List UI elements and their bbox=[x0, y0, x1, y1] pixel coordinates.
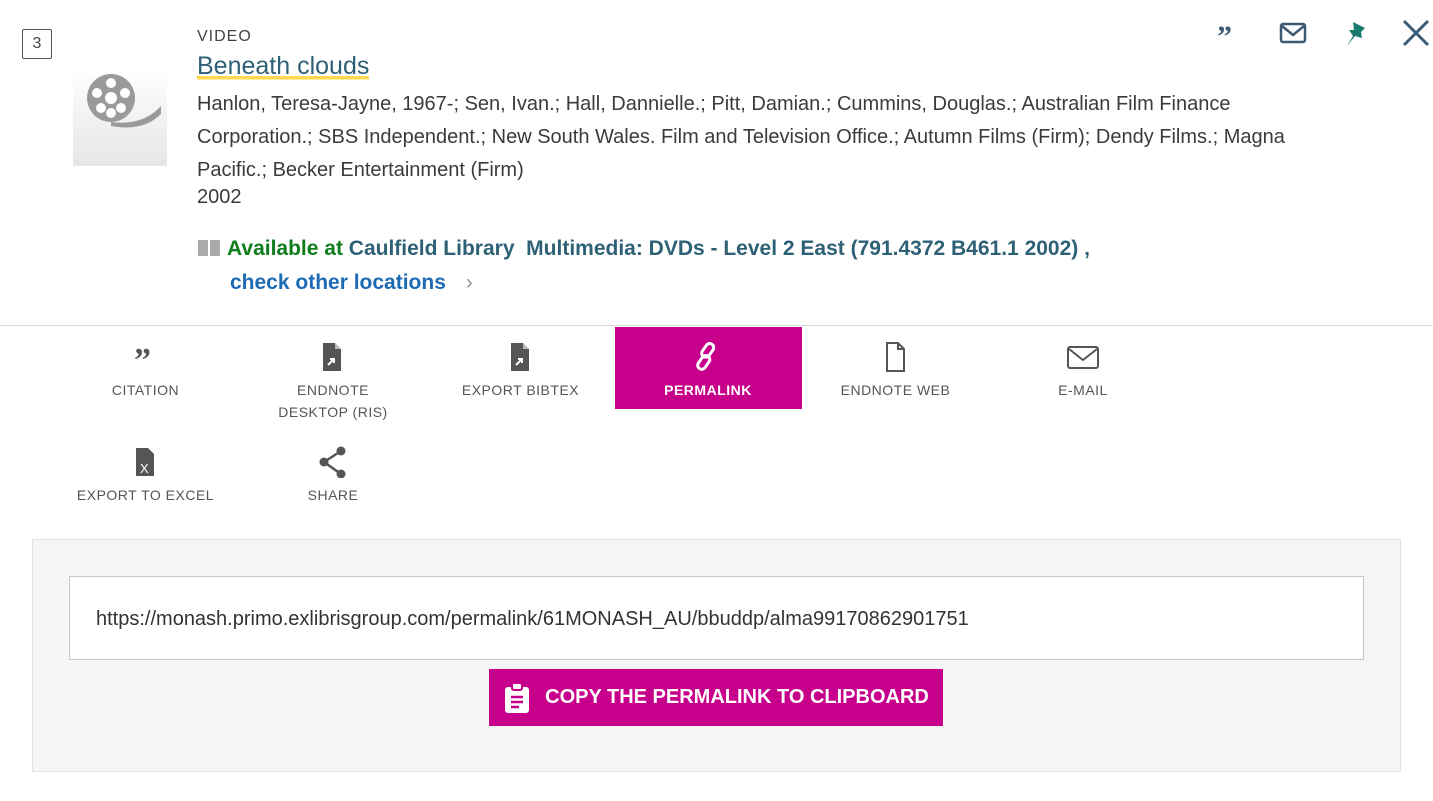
record-authors: Hanlon, Teresa-Jayne, 1967-; Sen, Ivan.;… bbox=[197, 93, 1285, 181]
action-label: CITATION bbox=[111, 382, 180, 398]
mail-icon bbox=[1067, 346, 1099, 369]
chevron-right-icon[interactable]: › bbox=[466, 271, 473, 294]
result-number: 3 bbox=[22, 29, 52, 59]
pin-icon[interactable] bbox=[1343, 20, 1369, 48]
library-name[interactable]: Caulfield Library bbox=[349, 237, 515, 260]
share-icon bbox=[319, 446, 346, 478]
action-permalink[interactable]: PERMALINK bbox=[614, 327, 802, 409]
document-export-icon bbox=[510, 343, 529, 371]
document-export-icon bbox=[323, 343, 341, 371]
close-icon[interactable] bbox=[1401, 18, 1431, 48]
divider bbox=[0, 325, 1433, 326]
action-export-bibtex[interactable]: EXPORT BIBTEX bbox=[427, 327, 614, 409]
quote-icon[interactable]: ” bbox=[1217, 24, 1241, 44]
action-label: E-MAIL bbox=[1058, 382, 1108, 398]
action-label: ENDNOTE WEB bbox=[840, 382, 951, 398]
action-endnote-desktop-ris[interactable]: ENDNOTE DESKTOP (RIS) bbox=[240, 327, 427, 420]
excel-icon: X bbox=[135, 448, 154, 476]
copy-permalink-button[interactable]: COPY THE PERMALINK TO CLIPBOARD bbox=[489, 669, 943, 726]
action-e-mail[interactable]: E-MAIL bbox=[990, 327, 1177, 409]
record-year: 2002 bbox=[197, 186, 242, 208]
record-type: VIDEO bbox=[197, 28, 252, 45]
availability-line: Available at Caulfield Library Multimedi… bbox=[197, 232, 1297, 300]
record-actions-toolbar: ” bbox=[1193, 14, 1433, 54]
book-icon bbox=[198, 240, 220, 256]
record-title-link[interactable]: Beneath clouds bbox=[197, 52, 370, 81]
action-label: EXPORT BIBTEX bbox=[461, 382, 580, 398]
film-reel-thumbnail-icon bbox=[73, 66, 167, 166]
copy-permalink-label: COPY THE PERMALINK TO CLIPBOARD bbox=[545, 686, 929, 708]
document-icon bbox=[885, 342, 905, 372]
action-citation[interactable]: ” CITATION bbox=[52, 327, 239, 409]
action-export-to-excel[interactable]: X EXPORT TO EXCEL bbox=[52, 432, 239, 514]
clipboard-icon bbox=[505, 681, 530, 713]
mail-icon[interactable] bbox=[1279, 22, 1307, 44]
action-label: ENDNOTE DESKTOP (RIS) bbox=[278, 382, 388, 420]
quote-icon: ” bbox=[134, 342, 152, 373]
action-endnote-web[interactable]: ENDNOTE WEB bbox=[802, 327, 989, 409]
shelf-location: Multimedia: DVDs - Level 2 East (791.437… bbox=[526, 237, 1090, 260]
svg-text:”: ” bbox=[1217, 24, 1232, 44]
link-icon bbox=[696, 342, 716, 371]
svg-text:”: ” bbox=[134, 342, 152, 373]
availability-status: Available at bbox=[227, 237, 343, 260]
action-label: EXPORT TO EXCEL bbox=[76, 487, 215, 503]
check-other-locations-link[interactable]: check other locations bbox=[230, 271, 446, 294]
action-label: SHARE bbox=[307, 487, 359, 503]
action-label: PERMALINK bbox=[664, 382, 752, 398]
permalink-url-field[interactable]: https://monash.primo.exlibrisgroup.com/p… bbox=[69, 576, 1364, 660]
action-share[interactable]: SHARE bbox=[240, 432, 427, 514]
svg-text:X: X bbox=[140, 461, 149, 476]
